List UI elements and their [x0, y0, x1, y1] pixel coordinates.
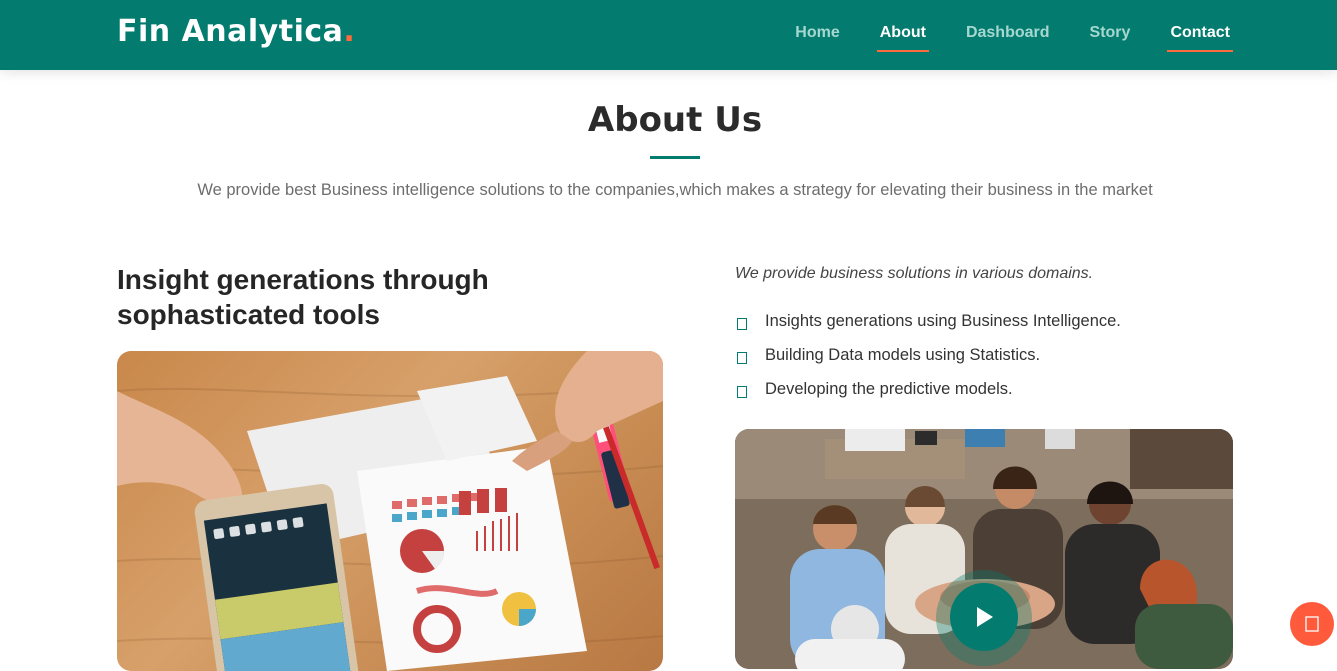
list-item-text: Insights generations using Business Inte…	[765, 311, 1121, 330]
nav-home[interactable]: Home	[792, 20, 842, 50]
services-list: Insights generations using Business Inte…	[735, 304, 1121, 406]
list-item-text: Building Data models using Statistics.	[765, 345, 1041, 364]
brand-logo[interactable]: Fin Analytica.	[117, 14, 355, 49]
play-icon	[977, 607, 993, 627]
check-square-icon	[737, 352, 747, 364]
left-heading: Insight generations through sophasticate…	[117, 262, 637, 332]
arrow-up-icon	[1305, 616, 1319, 632]
play-video-button[interactable]	[950, 583, 1018, 651]
title-underline	[650, 156, 700, 159]
list-item: Building Data models using Statistics.	[735, 338, 1121, 372]
domains-intro: We provide business solutions in various…	[735, 265, 1094, 282]
nav-contact[interactable]: Contact	[1167, 20, 1233, 52]
section-title: About Us	[587, 100, 763, 140]
site-header: Fin Analytica. Home About Dashboard Stor…	[0, 0, 1337, 70]
nav-about[interactable]: About	[876, 20, 930, 52]
brand-name: Fin Analytica	[117, 14, 344, 49]
analytics-desk-illustration	[117, 351, 663, 671]
analytics-desk-photo	[117, 351, 663, 671]
nav-story[interactable]: Story	[1087, 20, 1134, 50]
section-subtitle: We provide best Business intelligence so…	[197, 181, 1153, 199]
back-to-top-button[interactable]	[1290, 602, 1334, 646]
main-nav: Home About Dashboard Story Contact	[758, 0, 1233, 70]
brand-dot: .	[343, 14, 356, 49]
nav-dashboard[interactable]: Dashboard	[963, 20, 1053, 50]
list-item: Developing the predictive models.	[735, 372, 1121, 406]
check-square-icon	[737, 318, 747, 330]
left-heading-line-1: Insight generations through	[117, 264, 489, 295]
check-square-icon	[737, 386, 747, 398]
list-item: Insights generations using Business Inte…	[735, 304, 1121, 338]
left-heading-line-2: sophasticated tools	[117, 299, 380, 330]
list-item-text: Developing the predictive models.	[765, 379, 1013, 398]
